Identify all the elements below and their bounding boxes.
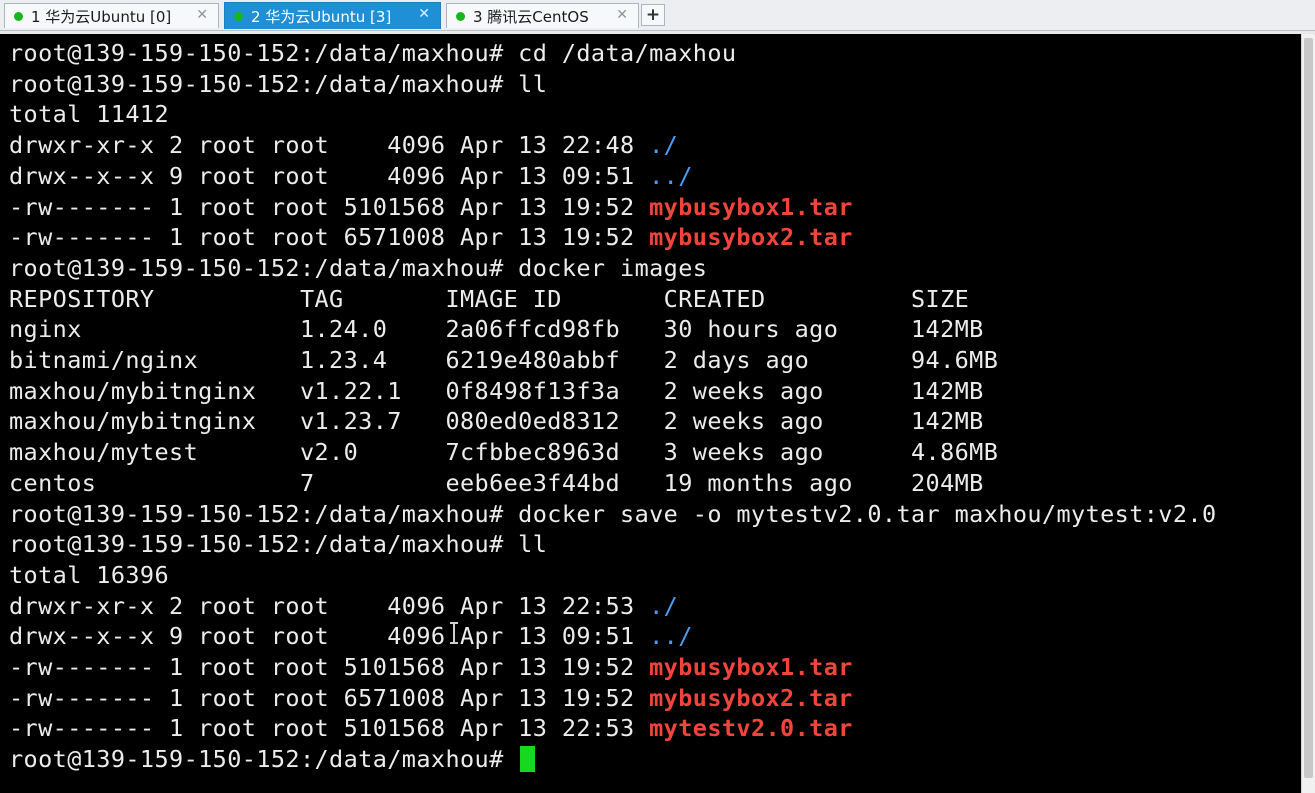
tab-huawei-ubuntu-0[interactable]: 1 华为云Ubuntu [0] ✕ — [4, 3, 219, 28]
terminal-cursor — [520, 746, 536, 773]
terminal-line-text: -rw------- 1 root root 5101568 Apr 13 19… — [9, 653, 650, 681]
close-tab-icon[interactable]: ✕ — [418, 6, 430, 22]
terminal-line-text: root@139-159-150-152:/data/maxhou# ll — [9, 69, 548, 98]
terminal-line: drwxr-xr-x 2 root root 4096 Apr 13 22:53… — [9, 591, 678, 622]
terminal-line: drwx--x--x 9 root root 4096 Apr 13 09:51… — [9, 161, 693, 192]
terminal-line-text: maxhou/mytest v2.0 7cfbbec8963d 3 weeks … — [9, 438, 999, 467]
directory-name: ./ — [649, 131, 679, 160]
terminal-line-text: nginx 1.24.0 2a06ffcd98fb 30 hours ago 1… — [9, 315, 984, 344]
file-name: mybusybox1.tar — [649, 192, 853, 221]
terminal-line: root@139-159-150-152:/data/maxhou# docke… — [9, 499, 1217, 530]
terminal-line: -rw------- 1 root root 5101568 Apr 13 19… — [9, 652, 853, 683]
directory-name: ../ — [649, 622, 693, 651]
terminal-line: centos 7 eeb6ee3f44bd 19 months ago 204M… — [9, 468, 984, 499]
terminal-line: -rw------- 1 root root 6571008 Apr 13 19… — [9, 683, 853, 714]
terminal-line-text: root@139-159-150-152:/data/maxhou# docke… — [9, 253, 708, 282]
tab-label: 3 腾讯云CentOS — [473, 7, 589, 26]
terminal-line-text: maxhou/mybitnginx v1.22.1 0f8498f13f3a 2… — [9, 376, 984, 405]
terminal-line-text: total 16396 — [9, 560, 170, 589]
connection-status-icon — [234, 11, 243, 21]
terminal-output[interactable]: root@139-159-150-152:/data/maxhou# cd /d… — [0, 34, 1301, 793]
tab-huawei-ubuntu-3[interactable]: 2 华为云Ubuntu [3] ✕ — [224, 2, 441, 29]
terminal-line: maxhou/mytest v2.0 7cfbbec8963d 3 weeks … — [9, 437, 998, 468]
terminal-line: maxhou/mybitnginx v1.22.1 0f8498f13f3a 2… — [9, 376, 984, 407]
close-tab-icon[interactable]: ✕ — [196, 7, 208, 23]
terminal-line-text: -rw------- 1 root root 5101568 Apr 13 22… — [9, 714, 650, 743]
terminal-line-text: root@139-159-150-152:/data/maxhou# — [9, 745, 519, 774]
terminal-line-text: root@139-159-150-152:/data/maxhou# docke… — [9, 499, 1217, 528]
scrollbar[interactable] — [1301, 34, 1315, 793]
terminal-line-text: root@139-159-150-152:/data/maxhou# ll — [9, 530, 548, 559]
terminal-line-text: drwxr-xr-x 2 root root 4096 Apr 13 22:48 — [9, 131, 650, 160]
terminal-line-text: drwx--x--x 9 root root 4096 Apr 13 09:51 — [9, 622, 650, 651]
terminal-line: root@139-159-150-152:/data/maxhou# — [9, 744, 536, 775]
terminal-line: REPOSITORY TAG IMAGE ID CREATED SIZE — [9, 284, 969, 315]
scrollbar-thumb[interactable] — [1304, 38, 1313, 778]
terminal-line-text: -rw------- 1 root root 5101568 Apr 13 19… — [9, 192, 650, 221]
terminal-line-text: drwxr-xr-x 2 root root 4096 Apr 13 22:53 — [9, 591, 650, 620]
new-tab-button[interactable]: + — [641, 4, 665, 26]
terminal-line-text: -rw------- 1 root root 6571008 Apr 13 19… — [9, 683, 650, 712]
file-name: mybusybox2.tar — [649, 223, 853, 252]
terminal-line: root@139-159-150-152:/data/maxhou# ll — [9, 69, 547, 100]
connection-status-icon — [456, 11, 465, 21]
terminal-line-text: drwx--x--x 9 root root 4096 Apr 13 09:51 — [9, 161, 650, 190]
tab-bar: 1 华为云Ubuntu [0] ✕ 2 华为云Ubuntu [3] ✕ 3 腾讯… — [0, 0, 1315, 31]
connection-status-icon — [14, 11, 23, 21]
directory-name: ./ — [649, 591, 679, 620]
terminal-line: -rw------- 1 root root 6571008 Apr 13 19… — [9, 222, 853, 253]
terminal-line: -rw------- 1 root root 5101568 Apr 13 19… — [9, 192, 853, 223]
terminal-line: -rw------- 1 root root 5101568 Apr 13 22… — [9, 713, 853, 744]
terminal-line: drwx--x--x 9 root root 4096 Apr 13 09:51… — [9, 621, 693, 652]
tab-label: 1 华为云Ubuntu [0] — [31, 7, 172, 26]
terminal-line: bitnami/nginx 1.23.4 6219e480abbf 2 days… — [9, 345, 998, 376]
terminal-line-text: root@139-159-150-152:/data/maxhou# cd /d… — [9, 39, 737, 67]
terminal-line: root@139-159-150-152:/data/maxhou# cd /d… — [9, 38, 736, 69]
close-tab-icon[interactable]: ✕ — [616, 7, 628, 23]
terminal-line: drwxr-xr-x 2 root root 4096 Apr 13 22:48… — [9, 130, 678, 161]
terminal-line: root@139-159-150-152:/data/maxhou# docke… — [9, 253, 707, 284]
tab-tencent-centos[interactable]: 3 腾讯云CentOS ✕ — [446, 3, 639, 28]
terminal-line-text: -rw------- 1 root root 6571008 Apr 13 19… — [9, 223, 650, 252]
terminal-line: total 11412 — [9, 99, 169, 130]
file-name: mybusybox2.tar — [649, 683, 853, 712]
terminal-line-text: total 11412 — [9, 100, 170, 129]
file-name: mybusybox1.tar — [649, 653, 853, 681]
terminal-line-text: centos 7 eeb6ee3f44bd 19 months ago 204M… — [9, 468, 984, 497]
terminal-line: nginx 1.24.0 2a06ffcd98fb 30 hours ago 1… — [9, 314, 984, 345]
terminal-line-text: maxhou/mybitnginx v1.23.7 080ed0ed8312 2… — [9, 407, 984, 436]
terminal-line: total 16396 — [9, 560, 169, 591]
terminal-line-text: bitnami/nginx 1.23.4 6219e480abbf 2 days… — [9, 346, 999, 374]
terminal-line-text: REPOSITORY TAG IMAGE ID CREATED SIZE — [9, 284, 970, 313]
directory-name: ../ — [649, 161, 693, 190]
terminal-line: root@139-159-150-152:/data/maxhou# ll — [9, 529, 547, 560]
terminal-line: maxhou/mybitnginx v1.23.7 080ed0ed8312 2… — [9, 406, 984, 437]
text-cursor-icon — [450, 622, 458, 644]
tab-label: 2 华为云Ubuntu [3] — [251, 7, 392, 26]
file-name: mytestv2.0.tar — [649, 714, 853, 743]
